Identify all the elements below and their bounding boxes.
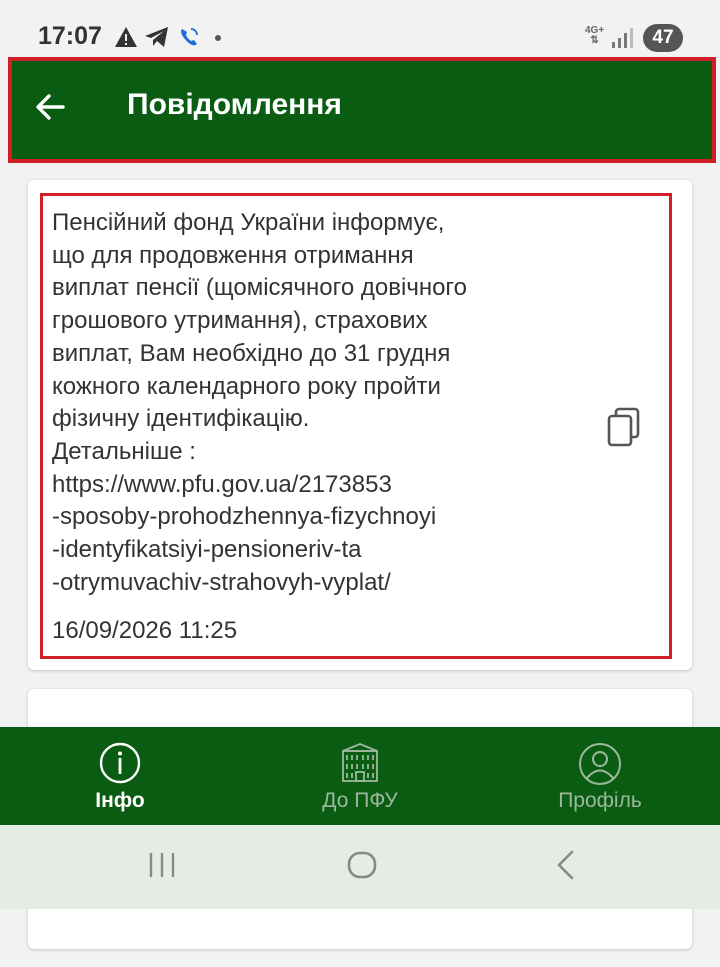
status-bar: 17:07 4G+ ⇅ 47 (0, 0, 720, 56)
nav-item-info[interactable]: Інфо (0, 727, 240, 825)
nav-item-pfu[interactable]: До ПФУ (240, 727, 480, 825)
dot-icon (215, 35, 221, 41)
page-title: Повідомлення (127, 88, 342, 121)
copy-icon[interactable] (606, 407, 642, 447)
system-nav-bar (0, 825, 720, 909)
info-icon (99, 742, 141, 784)
battery-indicator: 47 (643, 24, 683, 52)
network-indicator: 4G+ ⇅ (585, 25, 605, 46)
viber-icon (181, 28, 198, 46)
back-arrow-icon[interactable] (35, 93, 65, 121)
app-bar: Повідомлення (8, 57, 716, 163)
status-time: 17:07 (38, 22, 102, 50)
profile-icon (579, 743, 621, 785)
message-card: Пенсійний фонд України інформує, що для … (28, 180, 692, 670)
nav-item-profile[interactable]: Профіль (480, 727, 720, 825)
home-icon[interactable] (346, 849, 378, 881)
telegram-icon (145, 27, 168, 47)
building-icon (342, 743, 378, 782)
bottom-nav: Інфо До ПФУ Профіль (0, 727, 720, 825)
warning-icon (115, 27, 137, 47)
message-content: Пенсійний фонд України інформує, що для … (40, 193, 672, 659)
message-date: 16/09/2026 11:25 (52, 617, 238, 644)
message-text: Пенсійний фонд України інформує, що для … (52, 209, 468, 596)
nav-label-pfu: До ПФУ (322, 789, 398, 812)
recent-apps-icon[interactable] (146, 849, 178, 881)
nav-label-info: Інфо (95, 789, 145, 812)
back-nav-icon[interactable] (552, 849, 580, 881)
nav-label-profile: Профіль (558, 789, 642, 812)
signal-icon (612, 28, 633, 48)
